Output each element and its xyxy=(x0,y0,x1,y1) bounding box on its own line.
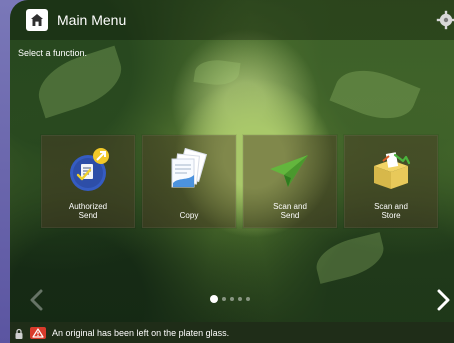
background-leaf xyxy=(311,232,389,284)
gear-icon[interactable] xyxy=(436,10,454,30)
authorized-send-icon xyxy=(62,145,114,197)
tile-label: Authorized Send xyxy=(68,202,108,220)
device-frame: Main Menu Select a function. Authorized … xyxy=(0,0,454,343)
status-message: An original has been left on the platen … xyxy=(52,327,230,338)
page-title: Main Menu xyxy=(57,12,127,28)
scan-and-store-tile[interactable]: Scan and Store xyxy=(344,135,438,228)
scan-and-send-tile[interactable]: Scan and Send xyxy=(243,135,337,228)
tile-label: Scan and Send xyxy=(273,202,307,220)
status-bar: An original has been left on the platen … xyxy=(10,322,454,343)
copy-tile[interactable]: Copy xyxy=(142,135,236,228)
warning-icon[interactable] xyxy=(30,326,46,339)
instruction-text: Select a function. xyxy=(18,48,88,58)
page-dot xyxy=(246,297,250,301)
chevron-right-icon[interactable] xyxy=(434,289,452,311)
page-dot xyxy=(238,297,242,301)
home-icon[interactable] xyxy=(26,9,48,31)
tile-label: Copy xyxy=(179,211,199,220)
page-indicator xyxy=(210,295,250,303)
scan-and-send-icon xyxy=(264,145,316,197)
page-dot xyxy=(230,297,234,301)
tile-label: Scan and Store xyxy=(374,202,408,220)
header-bar: Main Menu xyxy=(10,0,454,40)
page-dot-active xyxy=(210,295,218,303)
lock-icon xyxy=(14,327,24,339)
scan-and-store-icon xyxy=(365,145,417,197)
main-screen: Main Menu Select a function. Authorized … xyxy=(10,0,454,343)
copy-icon xyxy=(163,145,215,197)
page-dot xyxy=(222,297,226,301)
background-leaf xyxy=(329,58,421,131)
chevron-left-icon[interactable] xyxy=(28,289,46,311)
background-leaf xyxy=(193,57,241,88)
authorized-send-tile[interactable]: Authorized Send xyxy=(41,135,135,228)
